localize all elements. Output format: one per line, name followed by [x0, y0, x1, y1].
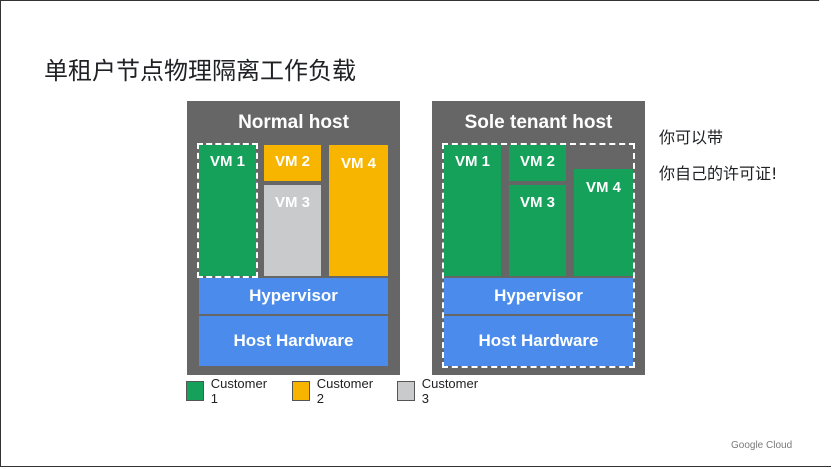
normal-host-hardware: Host Hardware — [199, 316, 388, 366]
normal-host-vm3: VM 3 — [264, 185, 321, 276]
sole-host-hardware: Host Hardware — [444, 316, 633, 366]
vm2-label: VM 2 — [274, 153, 310, 170]
legend-swatch-customer1 — [186, 381, 204, 401]
normal-host-vm2: VM 2 — [264, 145, 321, 181]
vm4-label: VM 4 — [340, 155, 376, 172]
slide-title: 单租户节点物理隔离工作负载 — [44, 57, 356, 85]
vm3-label: VM 3 — [274, 194, 310, 211]
normal-host-panel: Normal host VM 1 VM 2 VM 3 VM 4 Hypervis… — [187, 101, 400, 375]
legend-label-customer2: Customer 2 — [316, 376, 374, 406]
legend-label-customer3: Customer 3 — [421, 376, 479, 406]
legend-swatch-customer2 — [292, 381, 310, 401]
vm1-label: VM 1 — [209, 153, 245, 170]
sole-host-vm2: VM 2 — [509, 145, 566, 181]
normal-host-vm4: VM 4 — [329, 145, 388, 276]
vm3-label: VM 3 — [519, 194, 555, 211]
sole-host-hypervisor: Hypervisor — [444, 278, 633, 314]
google-cloud-logo: Google Cloud — [731, 440, 793, 451]
legend-item-customer3: Customer 3 — [397, 376, 480, 406]
vm2-label: VM 2 — [519, 153, 555, 170]
legend-label-customer1: Customer 1 — [210, 376, 268, 406]
page-corner-fold — [819, 0, 833, 36]
normal-host-vm1: VM 1 — [199, 145, 256, 276]
note-line-1: 你可以带 — [659, 128, 724, 147]
sole-host-vm4: VM 4 — [574, 169, 633, 276]
vm4-label: VM 4 — [585, 179, 621, 196]
legend-item-customer2: Customer 2 — [292, 376, 375, 406]
sole-host-vm3: VM 3 — [509, 185, 566, 276]
sole-host-vm1: VM 1 — [444, 145, 501, 276]
legend-item-customer1: Customer 1 — [186, 376, 269, 406]
legend-swatch-customer3 — [397, 381, 415, 401]
normal-host-title: Normal host — [238, 112, 349, 133]
vm1-label: VM 1 — [454, 153, 490, 170]
sole-tenant-host-panel: Sole tenant host VM 1 VM 2 VM 3 VM 4 Hyp… — [432, 101, 645, 375]
sole-tenant-host-title: Sole tenant host — [464, 112, 613, 133]
note-line-2: 你自己的许可证! — [659, 164, 778, 183]
normal-host-hypervisor: Hypervisor — [199, 278, 388, 314]
